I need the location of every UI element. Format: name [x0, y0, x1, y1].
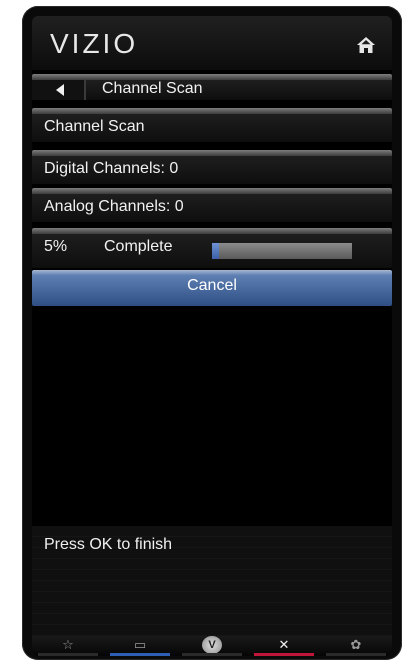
- brand-header: VIZIO: [32, 16, 392, 70]
- menu-item-label: Channel Scan: [44, 118, 145, 135]
- gear-icon: ✿: [350, 637, 362, 652]
- back-arrow-icon: [56, 84, 64, 96]
- page-title: Channel Scan: [102, 80, 203, 97]
- nav-underline: [38, 653, 98, 656]
- bottom-nav-bar: ☆ ▭ V ✕ ✿: [32, 636, 392, 656]
- nav-underline: [326, 653, 386, 656]
- nav-underline: [110, 653, 170, 656]
- menu-item-channel-scan[interactable]: Channel Scan: [32, 108, 392, 142]
- progress-bar: [212, 243, 352, 259]
- star-nav-button[interactable]: ☆: [38, 636, 98, 656]
- cancel-button[interactable]: Cancel: [32, 270, 392, 306]
- digital-channels-label: Digital Channels: 0: [44, 160, 179, 177]
- vizio-logo: VIZIO: [50, 28, 139, 59]
- menu-screen: VIZIO Channel Scan Channel Scan Digital …: [32, 16, 392, 656]
- title-row: Channel Scan: [32, 74, 392, 100]
- back-button[interactable]: [32, 80, 86, 100]
- home-icon[interactable]: [356, 36, 376, 54]
- nav-underline: [182, 653, 242, 656]
- star-icon: ☆: [62, 637, 74, 652]
- progress-bar-fill: [212, 243, 219, 259]
- hint-area: Press OK to finish: [32, 526, 392, 636]
- vizio-v-nav-button[interactable]: V: [182, 636, 242, 656]
- progress-percent: 5%: [44, 238, 68, 255]
- hint-text: Press OK to finish: [44, 536, 173, 553]
- widget-icon: ▭: [133, 637, 147, 652]
- gear-nav-button[interactable]: ✿: [326, 636, 386, 656]
- analog-channels-row: Analog Channels: 0: [32, 188, 392, 222]
- nav-underline: [254, 653, 314, 656]
- tv-remote-device: VIZIO Channel Scan Channel Scan Digital …: [22, 6, 402, 660]
- progress-status: Complete: [104, 238, 173, 255]
- widget-nav-button[interactable]: ▭: [110, 636, 170, 656]
- close-nav-button[interactable]: ✕: [254, 636, 314, 656]
- analog-channels-label: Analog Channels: 0: [44, 198, 184, 215]
- progress-row: 5% Complete: [32, 228, 392, 268]
- vizio-v-icon: V: [202, 636, 222, 654]
- close-icon: ✕: [278, 637, 290, 652]
- digital-channels-row: Digital Channels: 0: [32, 150, 392, 184]
